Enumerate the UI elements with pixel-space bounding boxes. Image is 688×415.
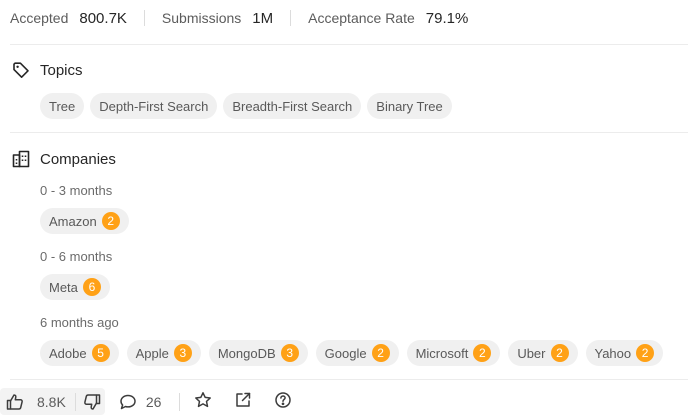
company-count-badge: 2 (636, 344, 655, 362)
company-name: MongoDB (217, 345, 276, 361)
company-count-badge: 3 (173, 344, 192, 362)
topic-tag[interactable]: Tree (40, 93, 85, 119)
company-name: Microsoft (415, 345, 469, 361)
like-button[interactable]: 8.8K (6, 393, 66, 411)
company-count-badge: 6 (82, 278, 101, 296)
topic-tag[interactable]: Breadth-First Search (223, 93, 362, 119)
divider (179, 392, 181, 411)
thumbs-down-icon (83, 393, 101, 411)
company-count-badge: 2 (371, 344, 390, 362)
acceptance-rate-label: Acceptance Rate (308, 10, 415, 26)
company-tag-yahoo[interactable]: Yahoo 2 (585, 340, 664, 366)
company-name: Apple (135, 345, 169, 361)
topics-title: Topics (40, 61, 83, 79)
share-icon (234, 391, 252, 412)
like-count: 8.8K (37, 393, 66, 410)
divider (290, 10, 292, 26)
company-name: Yahoo (594, 345, 632, 361)
company-group-label: 0 - 6 months (40, 249, 113, 264)
company-tags: Meta 6 (40, 274, 110, 300)
help-button[interactable] (272, 391, 294, 413)
company-count-badge: 5 (91, 344, 110, 362)
tag-icon (12, 61, 30, 79)
comments-button[interactable]: 26 (119, 393, 162, 411)
star-icon (194, 391, 212, 412)
vote-box: 8.8K (0, 388, 105, 415)
company-tag-amazon[interactable]: Amazon 2 (40, 208, 129, 234)
company-name: Adobe (49, 345, 87, 361)
company-count-badge: 2 (101, 212, 120, 230)
company-tag-uber[interactable]: Uber 2 (508, 340, 578, 366)
stats-row: Accepted 800.7K Submissions 1M Acceptanc… (10, 6, 468, 30)
company-group-label: 6 months ago (40, 315, 119, 330)
share-button[interactable] (232, 391, 254, 413)
company-count-badge: 2 (473, 344, 492, 362)
divider (74, 392, 76, 411)
company-tags: Amazon 2 (40, 208, 129, 234)
comment-icon (119, 393, 137, 411)
company-name: Amazon (49, 213, 97, 229)
company-name: Uber (517, 345, 546, 361)
section-divider (10, 44, 688, 45)
topic-tags: Tree Depth-First Search Breadth-First Se… (40, 93, 452, 119)
divider (143, 10, 145, 26)
submissions-label: Submissions (161, 10, 242, 26)
companies-header[interactable]: Companies (12, 150, 116, 168)
topic-tag[interactable]: Depth-First Search (90, 93, 218, 119)
companies-title: Companies (40, 150, 116, 168)
thumbs-up-icon (6, 393, 24, 411)
action-bar: 8.8K 26 (0, 388, 294, 415)
company-tag-google[interactable]: Google 2 (315, 340, 399, 366)
accepted-label: Accepted (10, 10, 69, 26)
company-name: Google (324, 345, 367, 361)
company-group-label: 0 - 3 months (40, 183, 113, 198)
acceptance-rate-value: 79.1% (425, 9, 469, 27)
comment-count: 26 (145, 393, 162, 410)
company-tag-meta[interactable]: Meta 6 (40, 274, 110, 300)
accepted-value: 800.7K (79, 9, 127, 27)
company-name: Meta (49, 279, 78, 295)
section-divider (10, 379, 688, 380)
topics-header[interactable]: Topics (12, 61, 83, 79)
company-tag-adobe[interactable]: Adobe 5 (40, 340, 119, 366)
section-divider (10, 132, 688, 133)
company-count-badge: 3 (280, 344, 299, 362)
submissions-value: 1M (252, 9, 274, 27)
company-tag-microsoft[interactable]: Microsoft 2 (406, 340, 501, 366)
company-tags: Adobe 5 Apple 3 MongoDB 3 Google 2 Micro… (40, 340, 664, 366)
company-tag-apple[interactable]: Apple 3 (126, 340, 201, 366)
topic-tag[interactable]: Binary Tree (367, 93, 452, 119)
building-icon (12, 150, 30, 168)
dislike-button[interactable] (83, 393, 101, 411)
help-icon (274, 391, 292, 412)
company-tag-mongodb[interactable]: MongoDB 3 (208, 340, 308, 366)
company-count-badge: 2 (550, 344, 569, 362)
favorite-button[interactable] (192, 391, 214, 413)
